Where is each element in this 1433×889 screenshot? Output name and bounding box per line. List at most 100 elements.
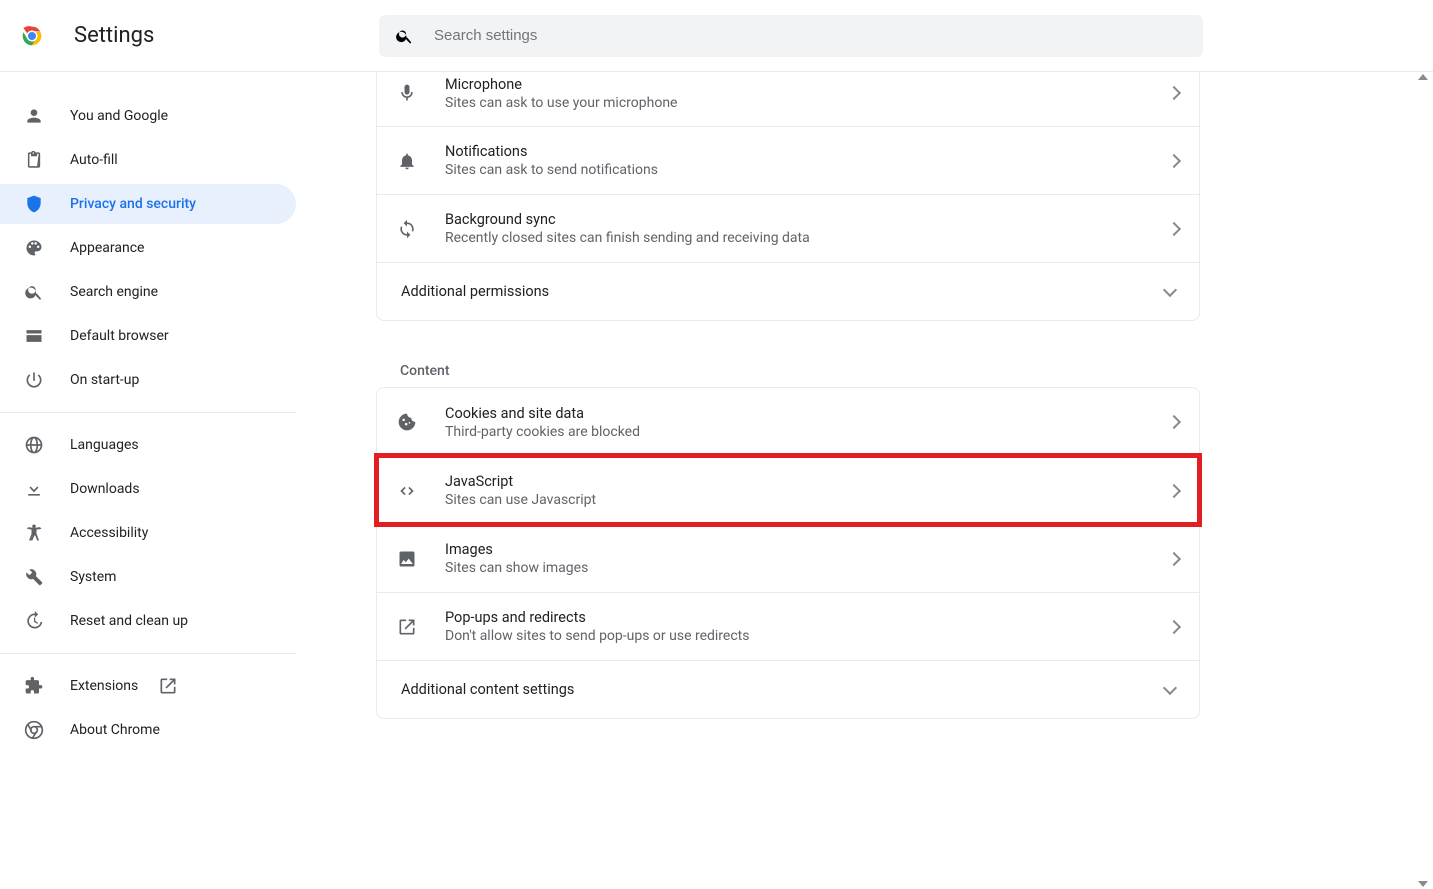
sidebar-divider: [0, 653, 296, 654]
setting-subtitle: Sites can ask to use your microphone: [445, 95, 1169, 111]
mic-icon: [397, 83, 417, 103]
additional-content-settings-expander[interactable]: Additional content settings: [377, 660, 1199, 718]
sidebar-item-label: Search engine: [70, 284, 158, 300]
sidebar-item-label: Languages: [70, 437, 139, 453]
setting-subtitle: Don't allow sites to send pop-ups or use…: [445, 628, 1169, 644]
sidebar-item-label: Reset and clean up: [70, 613, 188, 629]
sidebar-item-label: About Chrome: [70, 722, 160, 738]
setting-subtitle: Recently closed sites can finish sending…: [445, 230, 1169, 246]
setting-subtitle: Sites can ask to send notifications: [445, 162, 1169, 178]
setting-title: Images: [445, 541, 1169, 558]
setting-title: Notifications: [445, 143, 1169, 160]
accessibility-icon: [24, 523, 44, 543]
expander-label: Additional content settings: [401, 681, 1165, 698]
history-icon: [24, 611, 44, 631]
globe-icon: [24, 435, 44, 455]
additional-permissions-expander[interactable]: Additional permissions: [377, 262, 1199, 320]
chrome-icon: [24, 720, 44, 740]
sidebar-item-privacy-and-security[interactable]: Privacy and security: [0, 184, 296, 224]
chrome-logo-icon: [18, 22, 46, 50]
setting-row-background-sync[interactable]: Background sync Recently closed sites ca…: [377, 194, 1199, 262]
chevron-right-icon: [1167, 86, 1181, 100]
setting-row-pop-ups-and-redirects[interactable]: Pop-ups and redirects Don't allow sites …: [377, 592, 1199, 660]
sidebar-item-downloads[interactable]: Downloads: [0, 469, 296, 509]
sidebar-item-accessibility[interactable]: Accessibility: [0, 513, 296, 553]
person-icon: [24, 106, 44, 126]
sidebar-divider: [0, 412, 296, 413]
sidebar-item-label: Appearance: [70, 240, 144, 256]
expander-label: Additional permissions: [401, 283, 1165, 300]
sync-icon: [397, 219, 417, 239]
sidebar-item-system[interactable]: System: [0, 557, 296, 597]
puzzle-icon: [24, 676, 44, 696]
chevron-down-icon: [1163, 680, 1177, 694]
setting-subtitle: Sites can use Javascript: [445, 492, 1169, 508]
search-input[interactable]: [434, 27, 1187, 44]
setting-subtitle: Third-party cookies are blocked: [445, 424, 1169, 440]
sidebar-item-label: You and Google: [70, 108, 168, 124]
sidebar-item-reset-and-clean-up[interactable]: Reset and clean up: [0, 601, 296, 641]
bell-icon: [397, 151, 417, 171]
palette-icon: [24, 238, 44, 258]
scroll-down-icon[interactable]: [1418, 881, 1428, 887]
page-title: Settings: [74, 23, 154, 48]
sidebar-item-extensions[interactable]: Extensions: [0, 666, 296, 706]
setting-title: Pop-ups and redirects: [445, 609, 1169, 626]
sidebar-item-languages[interactable]: Languages: [0, 425, 296, 465]
openext-icon: [397, 617, 417, 637]
content-section-header: Content: [376, 345, 1200, 387]
sidebar-item-you-and-google[interactable]: You and Google: [0, 96, 296, 136]
setting-title: Background sync: [445, 211, 1169, 228]
sidebar-item-search-engine[interactable]: Search engine: [0, 272, 296, 312]
search-icon: [395, 26, 414, 46]
search-icon: [24, 282, 44, 302]
download-icon: [24, 479, 44, 499]
setting-row-javascript[interactable]: JavaScript Sites can use Javascript: [377, 456, 1199, 524]
setting-row-cookies-and-site-data[interactable]: Cookies and site data Third-party cookie…: [377, 388, 1199, 456]
scrollbar[interactable]: [1415, 72, 1431, 889]
chevron-right-icon: [1167, 153, 1181, 167]
setting-subtitle: Sites can show images: [445, 560, 1169, 576]
sidebar-item-label: Privacy and security: [70, 196, 196, 212]
code-icon: [397, 481, 417, 501]
search-settings[interactable]: [379, 15, 1203, 57]
sidebar-item-label: On start-up: [70, 372, 139, 388]
wrench-icon: [24, 567, 44, 587]
chevron-right-icon: [1167, 619, 1181, 633]
sidebar-item-label: Accessibility: [70, 525, 148, 541]
chevron-down-icon: [1163, 282, 1177, 296]
sidebar-item-label: System: [70, 569, 116, 585]
topbar: Settings: [0, 0, 1433, 72]
chevron-right-icon: [1167, 483, 1181, 497]
setting-row-notifications[interactable]: Notifications Sites can ask to send noti…: [377, 126, 1199, 194]
power-icon: [24, 370, 44, 390]
sidebar-item-default-browser[interactable]: Default browser: [0, 316, 296, 356]
setting-title: JavaScript: [445, 473, 1169, 490]
setting-title: Microphone: [445, 76, 1169, 93]
setting-row-images[interactable]: Images Sites can show images: [377, 524, 1199, 592]
clipboard-icon: [24, 150, 44, 170]
shield-icon: [24, 194, 44, 214]
setting-row-microphone[interactable]: Microphone Sites can ask to use your mic…: [377, 72, 1199, 126]
content-panel: Cookies and site data Third-party cookie…: [376, 387, 1200, 719]
sidebar-item-on-start-up[interactable]: On start-up: [0, 360, 296, 400]
cookie-icon: [397, 412, 417, 432]
browser-icon: [24, 326, 44, 346]
chevron-right-icon: [1167, 415, 1181, 429]
setting-title: Cookies and site data: [445, 405, 1169, 422]
sidebar: You and Google Auto-fill Privacy and secur…: [0, 72, 296, 889]
permissions-panel: Microphone Sites can ask to use your mic…: [376, 72, 1200, 321]
sidebar-item-label: Auto-fill: [70, 152, 118, 168]
chevron-right-icon: [1167, 221, 1181, 235]
open-external-icon: [158, 676, 178, 696]
main-content: Microphone Sites can ask to use your mic…: [296, 72, 1433, 889]
sidebar-item-auto-fill[interactable]: Auto-fill: [0, 140, 296, 180]
chevron-right-icon: [1167, 551, 1181, 565]
sidebar-item-appearance[interactable]: Appearance: [0, 228, 296, 268]
sidebar-item-label: Default browser: [70, 328, 169, 344]
sidebar-item-about-chrome[interactable]: About Chrome: [0, 710, 296, 750]
sidebar-item-label: Downloads: [70, 481, 140, 497]
sidebar-item-label: Extensions: [70, 678, 138, 694]
image-icon: [397, 549, 417, 569]
scroll-up-icon[interactable]: [1418, 74, 1428, 80]
